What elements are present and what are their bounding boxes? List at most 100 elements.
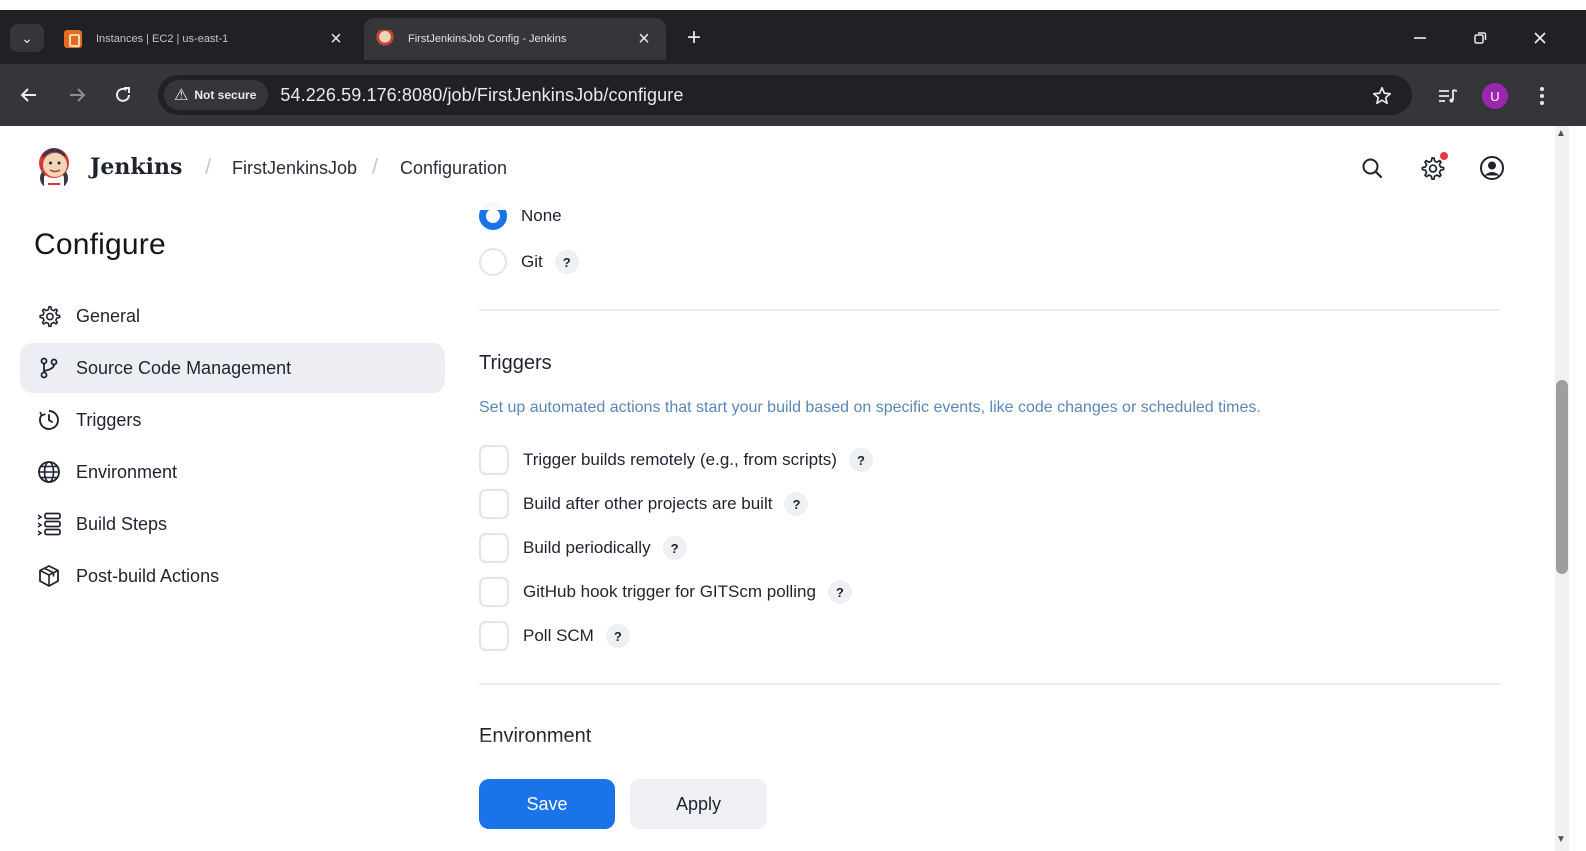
checkbox-label: GitHub hook trigger for GITScm polling xyxy=(523,582,816,601)
breadcrumb-job[interactable]: FirstJenkinsJob xyxy=(232,158,357,179)
jenkins-icon xyxy=(376,30,394,48)
build-periodically-option[interactable]: Build periodically ? xyxy=(479,533,687,563)
restore-icon xyxy=(1474,32,1487,44)
list-icon xyxy=(36,511,62,537)
trigger-remote-checkbox[interactable] xyxy=(479,445,509,475)
help-icon[interactable]: ? xyxy=(784,492,809,516)
help-icon[interactable]: ? xyxy=(827,580,852,604)
user-account-button[interactable] xyxy=(1476,152,1508,184)
package-icon xyxy=(36,563,62,589)
triggers-section-title: Triggers xyxy=(479,352,552,374)
manage-jenkins-button[interactable] xyxy=(1416,152,1448,184)
search-button[interactable] xyxy=(1356,152,1388,184)
user-circle-icon xyxy=(1480,156,1504,180)
section-divider xyxy=(479,683,1501,685)
close-icon[interactable]: × xyxy=(326,28,346,51)
sidebar-item-label: General xyxy=(76,305,141,326)
window-close-button[interactable] xyxy=(1520,24,1560,52)
bookmark-button[interactable] xyxy=(1368,82,1396,110)
browser-menu-button[interactable] xyxy=(1528,82,1556,110)
checkbox-label: Trigger builds remotely (e.g., from scri… xyxy=(523,450,837,469)
sidebar-item-label: Post-build Actions xyxy=(76,565,220,586)
warning-icon: ⚠ xyxy=(174,87,189,104)
section-divider xyxy=(479,309,1501,311)
media-control-button[interactable] xyxy=(1434,82,1462,110)
reload-button[interactable] xyxy=(108,80,138,110)
trigger-remote-option[interactable]: Trigger builds remotely (e.g., from scri… xyxy=(479,445,873,475)
scrollbar-thumb[interactable] xyxy=(1556,380,1568,574)
build-periodically-checkbox[interactable] xyxy=(479,533,509,563)
github-hook-option[interactable]: GitHub hook trigger for GITScm polling ? xyxy=(479,577,852,607)
sidebar-item-environment[interactable]: Environment xyxy=(20,447,445,497)
search-icon xyxy=(1362,158,1383,179)
save-button[interactable]: Save xyxy=(479,779,615,829)
globe-icon xyxy=(36,459,62,485)
close-icon[interactable]: × xyxy=(634,28,654,51)
browser-tab-ec2[interactable]: Instances | EC2 | us-east-1 × xyxy=(52,18,358,60)
poll-scm-option[interactable]: Poll SCM ? xyxy=(479,621,630,651)
tab-search-button[interactable]: ⌄ xyxy=(10,24,44,52)
profile-avatar[interactable]: U xyxy=(1482,83,1508,109)
restore-button[interactable] xyxy=(1460,24,1500,52)
build-after-other-option[interactable]: Build after other projects are built ? xyxy=(479,489,809,519)
scroll-up-arrow-icon[interactable]: ▲ xyxy=(1556,128,1566,139)
radio-label: Git xyxy=(521,252,543,271)
plus-icon: + xyxy=(686,24,701,51)
checkbox-label: Poll SCM xyxy=(523,626,594,645)
security-label: Not secure xyxy=(194,88,257,102)
sidebar-item-label: Triggers xyxy=(76,409,142,430)
new-tab-button[interactable]: + xyxy=(680,24,708,52)
sidebar-item-triggers[interactable]: Triggers xyxy=(20,395,445,445)
jenkins-page: Jenkins / FirstJenkinsJob / Configuratio… xyxy=(0,126,1552,851)
sidebar-item-label: Source Code Management xyxy=(76,357,292,378)
tab-title: FirstJenkinsJob Config - Jenkins xyxy=(408,33,567,45)
help-icon[interactable]: ? xyxy=(554,250,579,274)
github-hook-checkbox[interactable] xyxy=(479,577,509,607)
back-button[interactable] xyxy=(14,80,44,110)
bottom-bar-shadow xyxy=(0,736,1552,766)
checkbox-label: Build periodically xyxy=(523,538,651,557)
sidebar-item-label: Environment xyxy=(76,461,178,482)
help-icon[interactable]: ? xyxy=(605,624,630,648)
minimize-icon xyxy=(1414,37,1426,39)
help-icon[interactable]: ? xyxy=(848,448,873,472)
build-after-other-checkbox[interactable] xyxy=(479,489,509,519)
arrow-left-icon xyxy=(20,88,36,102)
sidebar-item-source-code-management[interactable]: Source Code Management xyxy=(20,343,445,393)
notification-dot xyxy=(1440,152,1448,160)
page-title: Configure xyxy=(34,228,166,261)
jenkins-logo-icon[interactable] xyxy=(34,144,74,192)
checkbox-label: Build after other projects are built xyxy=(523,494,773,513)
help-icon[interactable]: ? xyxy=(662,536,687,560)
sidebar-item-label: Build Steps xyxy=(76,513,168,534)
apply-button[interactable]: Apply xyxy=(630,779,767,829)
breadcrumb-separator: / xyxy=(372,154,379,179)
sidebar-item-post-build-actions[interactable]: Post-build Actions xyxy=(20,551,445,601)
breadcrumb-separator: / xyxy=(205,154,212,179)
page-scrollbar[interactable]: ▲ ▼ xyxy=(1552,126,1586,851)
url-text[interactable]: 54.226.59.176:8080/job/FirstJenkinsJob/c… xyxy=(280,85,683,106)
more-vert-icon xyxy=(1540,87,1544,105)
triggers-description: Set up automated actions that start your… xyxy=(479,399,1261,416)
aws-ec2-icon xyxy=(64,30,82,48)
arrow-right-icon xyxy=(70,88,86,102)
scroll-down-arrow-icon[interactable]: ▼ xyxy=(1556,834,1566,845)
security-indicator[interactable]: ⚠ Not secure xyxy=(164,80,269,110)
sidebar-item-general[interactable]: General xyxy=(20,291,445,341)
sidebar-item-build-steps[interactable]: Build Steps xyxy=(20,499,445,549)
gear-icon xyxy=(36,303,62,329)
reload-icon xyxy=(116,87,130,102)
browser-tab-jenkins[interactable]: FirstJenkinsJob Config - Jenkins × xyxy=(364,18,666,60)
jenkins-brand[interactable]: Jenkins xyxy=(90,154,182,180)
media-queue-icon xyxy=(1439,89,1458,103)
git-branch-icon xyxy=(36,355,62,381)
minimize-button[interactable] xyxy=(1400,24,1440,52)
forward-button[interactable] xyxy=(62,80,92,110)
radio-git[interactable] xyxy=(479,248,507,276)
page-header: Jenkins / FirstJenkinsJob / Configuratio… xyxy=(0,126,1552,210)
poll-scm-checkbox[interactable] xyxy=(479,621,509,651)
browser-chrome: ⌄ Instances | EC2 | us-east-1 × FirstJen… xyxy=(0,0,1586,126)
address-bar[interactable]: ⚠ Not secure 54.226.59.176:8080/job/Firs… xyxy=(158,75,1412,115)
scm-option-git[interactable]: Git ? xyxy=(479,248,579,276)
breadcrumb-configuration[interactable]: Configuration xyxy=(400,158,507,179)
